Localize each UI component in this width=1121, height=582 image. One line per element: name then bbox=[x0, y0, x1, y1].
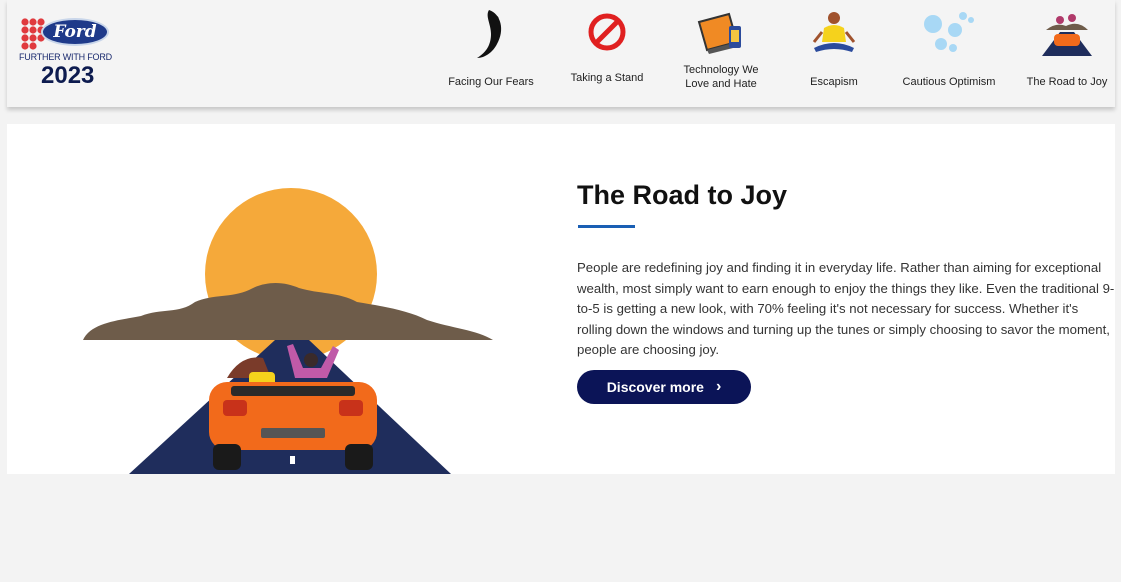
nav-item-taking-a-stand[interactable]: Taking a Stand bbox=[559, 0, 655, 107]
nav-label: Love and Hate bbox=[685, 78, 757, 90]
nav-label: Taking a Stand bbox=[570, 72, 644, 84]
nav-label: Facing Our Fears bbox=[448, 76, 534, 88]
site-header: Ford FURTHER WITH FORD 2023 Facing Our F… bbox=[7, 0, 1115, 107]
ford-oval-icon: Ford bbox=[41, 18, 109, 46]
feature-section: The Road to Joy People are redefining jo… bbox=[7, 124, 1115, 474]
chevron-right-icon: › bbox=[715, 378, 722, 395]
bubbles-icon bbox=[924, 12, 974, 52]
nav-label: The Road to Joy bbox=[1026, 76, 1108, 88]
nav-item-technology[interactable]: Technology We Love and Hate bbox=[671, 0, 771, 107]
meditating-person-icon bbox=[812, 12, 856, 52]
logo-year: 2023 bbox=[41, 62, 95, 89]
nav-label: Escapism bbox=[810, 76, 858, 88]
discover-more-button[interactable]: Discover more › bbox=[577, 370, 751, 404]
moon-figure-icon bbox=[477, 10, 502, 58]
car-on-road-icon bbox=[1042, 14, 1092, 56]
section-title: The Road to Joy bbox=[577, 180, 788, 210]
ford-logo[interactable]: Ford FURTHER WITH FORD 2023 bbox=[17, 14, 147, 94]
mountain-shape bbox=[83, 283, 493, 340]
nav-item-road-to-joy[interactable]: The Road to Joy bbox=[1019, 0, 1115, 107]
nav-item-cautious-optimism[interactable]: Cautious Optimism bbox=[893, 0, 1005, 107]
nav-label: Technology We bbox=[683, 64, 759, 76]
nav-item-escapism[interactable]: Escapism bbox=[791, 0, 877, 107]
logo-tagline: FURTHER WITH FORD bbox=[19, 52, 112, 62]
ford-wordmark: Ford bbox=[53, 22, 97, 42]
road-to-joy-illustration bbox=[83, 188, 493, 474]
title-underline bbox=[578, 225, 635, 228]
nav-label: Cautious Optimism bbox=[902, 76, 996, 88]
section-body: People are redefining joy and finding it… bbox=[577, 260, 1115, 357]
page: Ford FURTHER WITH FORD 2023 Facing Our F… bbox=[7, 0, 1115, 582]
laptop-phone-icon bbox=[697, 12, 741, 54]
nav-item-facing-our-fears[interactable]: Facing Our Fears bbox=[441, 0, 541, 107]
prohibition-sign-icon bbox=[588, 13, 626, 51]
discover-more-label: Discover more bbox=[606, 379, 704, 395]
